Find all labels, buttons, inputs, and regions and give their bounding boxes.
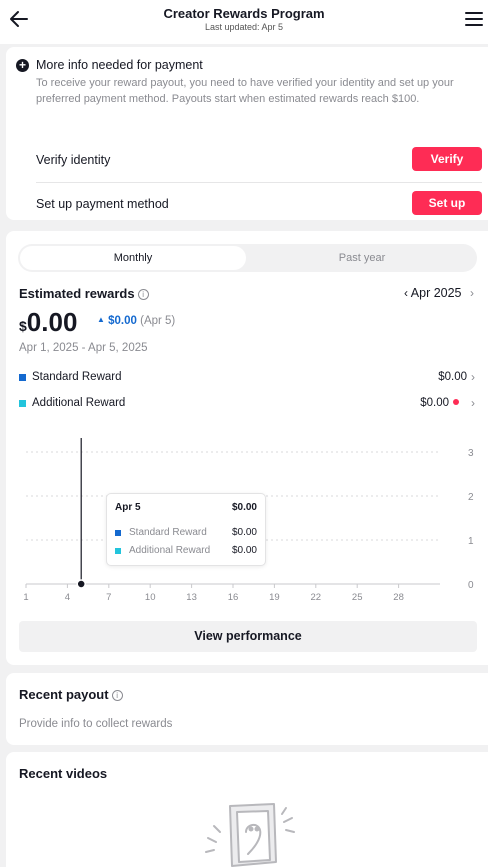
legend-value-wrap: $0.00 [420,397,459,409]
legend-label: Additional Reward [32,397,126,409]
estimated-rewards-text: Estimated rewards [19,286,135,301]
recent-payout-card: Recent payout i Provide info to collect r… [6,673,488,745]
tab-monthly[interactable]: Monthly [20,246,246,270]
recent-videos-card: Recent videos [6,752,488,867]
set-up-button[interactable]: Set up [412,191,482,215]
tooltip-label: Standard Reward [129,527,207,538]
tooltip-header: Apr 5 $0.00 [115,502,257,513]
verify-identity-row: Verify identity Verify [36,139,482,183]
recent-videos-title: Recent videos [19,766,108,781]
tooltip-swatch-additional [115,548,121,554]
recent-payout-text: Recent payout [19,687,109,702]
x-tick-label: 22 [311,592,322,603]
x-tick-label: 16 [228,592,239,603]
x-tick-label: 25 [352,592,363,603]
y-tick-label: 1 [468,536,474,547]
payment-info-card: + More info needed for payment To receiv… [6,47,488,220]
tooltip-label: Additional Reward [129,545,211,556]
tooltip-date: Apr 5 [115,502,141,513]
recent-payout-description: Provide info to collect rewards [19,718,173,730]
tab-past-year[interactable]: Past year [249,246,475,270]
delta-date: (Apr 5) [140,315,176,327]
y-tick-label: 2 [468,492,474,503]
x-tick-label: 13 [186,592,197,603]
amount-value: 0.00 [26,307,78,337]
verify-identity-label: Verify identity [36,153,111,167]
x-tick-label: 19 [269,592,280,603]
y-tick-label: 0 [468,580,474,591]
tooltip-row: Standard Reward $0.00 [115,527,257,541]
date-range: Apr 1, 2025 - Apr 5, 2025 [19,342,148,354]
payment-notice-description: To receive your reward payout, you need … [36,77,454,105]
info-icon[interactable]: i [111,690,123,701]
x-tick-label: 28 [393,592,404,603]
top-bar: Creator Rewards Program Last updated: Ap… [0,0,488,44]
chevron-right-icon[interactable]: › [470,286,474,300]
rewards-card: Monthly Past year Estimated rewards i ‹ A… [6,231,488,665]
triangle-up-icon: ▲ [97,315,105,324]
verify-button[interactable]: Verify [412,147,482,171]
notification-dot [453,399,459,405]
x-tick-label: 7 [106,592,111,603]
chevron-left-icon[interactable]: ‹ [404,286,408,300]
page-title: Creator Rewards Program [163,6,325,21]
estimated-rewards-label: Estimated rewards i [19,286,149,301]
period-toggle: Monthly Past year [18,244,477,272]
highlight-point [76,579,86,589]
empty-videos-illustration-icon [205,803,295,867]
y-tick-label: 3 [468,448,474,459]
month-selector: ‹ Apr 2025 › [404,286,474,300]
view-performance-button[interactable]: View performance [19,621,477,652]
hamburger-menu-icon[interactable] [464,10,484,28]
tooltip-value: $0.00 [231,527,257,538]
chevron-right-icon: › [471,396,475,410]
recent-payout-title: Recent payout i [19,687,123,702]
info-icon[interactable]: i [137,289,149,300]
rewards-amount: $0.00 [19,307,77,338]
delta-value: $0.00 [108,315,137,327]
legend-standard-reward[interactable]: Standard Reward $0.00 › [19,369,475,387]
month-label: Apr 2025 [410,286,462,300]
legend-swatch-additional [19,400,26,407]
tooltip-row: Additional Reward $0.00 [115,545,257,559]
currency-symbol: $ [19,318,27,334]
chevron-right-icon: › [471,370,475,384]
x-tick-label: 1 [23,592,28,603]
x-tick-label: 4 [65,592,70,603]
rewards-delta: ▲ $0.00 (Apr 5) [97,315,175,327]
legend-label: Standard Reward [32,371,122,383]
payment-notice-title: More info needed for payment [36,58,203,72]
tooltip-swatch-standard [115,530,121,536]
x-tick-label: 10 [145,592,156,603]
legend-swatch-standard [19,374,26,381]
plus-circle-icon: + [16,59,29,72]
legend-value: $0.00 [420,397,449,409]
tooltip-total: $0.00 [231,502,257,513]
legend-value: $0.00 [438,371,467,383]
payment-method-row: Set up payment method Set up [36,183,482,227]
last-updated: Last updated: Apr 5 [204,22,284,32]
tooltip-value: $0.00 [231,545,257,556]
legend-additional-reward[interactable]: Additional Reward $0.00 › [19,395,475,413]
chart-tooltip: Apr 5 $0.00 Standard Reward $0.00 Additi… [106,493,266,566]
payment-method-label: Set up payment method [36,197,169,211]
